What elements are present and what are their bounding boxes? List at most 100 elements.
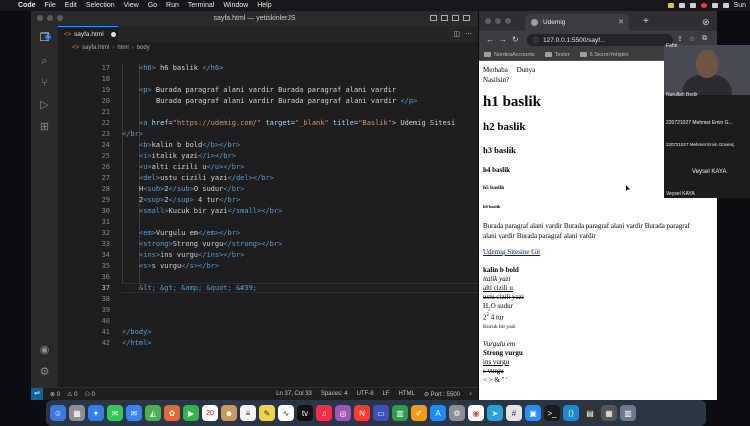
close-tab-icon[interactable]: ✕ [618,18,624,26]
notes-icon[interactable]: ✎ [259,405,275,421]
apple-tv-icon[interactable]: tv [297,405,313,421]
mail-icon[interactable]: ✉ [126,405,142,421]
reload-icon[interactable]: ↻ [512,35,519,44]
launchpad-icon[interactable]: ▦ [69,405,85,421]
system-settings-icon[interactable]: ⚙ [449,405,465,421]
extensions-icon[interactable]: ⊞ [38,121,51,134]
slack-icon[interactable]: # [506,405,522,421]
menu-file[interactable]: File [45,2,56,9]
bookmark-6sezon[interactable]: 6.SezonYetişkin [579,52,629,58]
menu-window[interactable]: Window [223,2,248,9]
bookmark-nordea[interactable]: NordeaAccounts [484,52,535,58]
preview-icon[interactable]: ▤ [582,405,598,421]
tray-wifi-icon[interactable] [689,3,696,8]
address-bar[interactable]: ⓘ 127.0.0.1:5500/sayf... [527,34,673,46]
menu-app-name[interactable]: Code [18,2,36,9]
udemig-link[interactable]: Udemig Sitesine Git [483,248,540,256]
trash-icon[interactable]: ▥ [620,405,636,421]
menu-edit[interactable]: Edit [65,2,77,9]
code-editor[interactable]: <h6> h6 baslik </h6> <p> Burada paragraf… [122,53,478,387]
reminders-icon[interactable]: ≡ [240,405,256,421]
finder-icon[interactable]: ☺ [50,405,66,421]
new-tab-icon[interactable]: + [643,16,649,27]
participant-video[interactable] [664,45,750,95]
terminal-icon[interactable]: >_ [544,405,560,421]
tab-sayfa-html[interactable]: <> sayfa.html [58,26,118,42]
breadcrumb-html[interactable]: html [117,45,128,51]
calendar-icon[interactable]: 20 [202,405,218,421]
participant-tile-4[interactable]: Veysel KAYA [692,169,726,175]
breadcrumb-file[interactable]: sayfa.html [82,45,109,51]
podcasts-icon[interactable]: ◎ [335,405,351,421]
music-icon[interactable]: ♫ [316,405,332,421]
bookmark-star-icon[interactable]: ☆ [689,35,695,43]
toggle-secondary-sidebar-icon[interactable] [452,15,459,21]
problems-warnings[interactable]: ⚠ 0 [67,391,77,398]
source-control-icon[interactable]: ⑂ [38,77,51,90]
menu-help[interactable]: Help [257,2,271,9]
forward-icon[interactable]: → [499,35,507,44]
pages-icon[interactable]: ✐ [411,405,427,421]
cursor-position[interactable]: Ln 37, Col 33 [276,391,312,397]
maps-icon[interactable]: ◭ [145,405,161,421]
participant-tile-2[interactable]: 220721027 Mehmet Emin G... [666,120,733,126]
more-actions-icon[interactable]: ⋯ [465,30,472,38]
browser-minimize-button[interactable] [495,18,501,24]
browser-tab-udemig[interactable]: Udemig ✕ [525,14,629,31]
camera-off-icon[interactable]: ⊘ [702,17,714,27]
menu-run[interactable]: Run [166,2,179,9]
problems-errors[interactable]: ⊗ 0 [50,391,60,398]
participant-tile-5[interactable]: Veysel KAYA [666,191,695,197]
safari-icon[interactable]: ✦ [88,405,104,421]
photos-icon[interactable]: ✿ [164,405,180,421]
toggle-sidebar-icon[interactable] [430,15,437,21]
live-share-count[interactable]: ⚇ 0 [84,391,94,398]
back-icon[interactable]: ← [486,35,494,44]
account-icon[interactable]: ◉ [38,344,51,357]
telegram-icon[interactable]: ➤ [487,405,503,421]
remote-indicator-icon[interactable]: ⇌ [31,388,43,400]
browser-close-button[interactable] [485,18,491,24]
freeform-icon[interactable]: ∿ [278,405,294,421]
news-icon[interactable]: N [354,405,370,421]
tray-battery-icon[interactable] [711,3,718,8]
encoding[interactable]: UTF-8 [357,391,374,397]
share-icon[interactable]: ⇪ [677,35,683,43]
menubar-clock[interactable]: Sun [734,2,746,9]
search-icon[interactable]: ⌕ [38,55,51,68]
indentation[interactable]: Spaces: 4 [321,391,348,397]
extensions-puzzle-icon[interactable]: ⧉ [702,35,707,43]
customize-layout-icon[interactable] [463,15,470,21]
end-of-line[interactable]: LF [383,391,390,397]
participant-tile-3[interactable]: 220721027 Mehmet Emin Güvenç [666,142,734,147]
menu-selection[interactable]: Selection [86,2,115,9]
settings-gear-icon[interactable]: ⚙ [38,366,51,379]
tray-display-icon[interactable] [678,3,685,8]
menu-go[interactable]: Go [148,2,157,9]
run-debug-icon[interactable]: ▷ [38,99,51,112]
site-info-icon[interactable]: ⓘ [533,36,539,45]
messages-icon[interactable]: ✉ [107,405,123,421]
facetime-icon[interactable]: ▶ [183,405,199,421]
tray-search-icon[interactable] [722,3,729,8]
tray-app-icon[interactable] [667,3,674,8]
language-mode[interactable]: HTML [399,391,415,397]
keynote-icon[interactable]: ▭ [373,405,389,421]
tray-record-icon[interactable] [700,3,707,8]
app-store-icon[interactable]: A [430,405,446,421]
menu-terminal[interactable]: Terminal [188,2,214,9]
zoom-icon[interactable]: ▣ [525,405,541,421]
bookmark-tester[interactable]: Tester [544,52,570,58]
split-editor-icon[interactable]: ◫ [453,30,460,38]
browser-zoom-button[interactable] [505,18,511,24]
notifications-bell-icon[interactable]: ♪ [469,391,472,397]
breadcrumb-body[interactable]: body [137,45,150,51]
menu-view[interactable]: View [124,2,139,9]
unsaved-dot-icon[interactable] [110,32,116,37]
toggle-panel-icon[interactable] [441,15,448,21]
downloads-stack-icon[interactable]: ▦ [601,405,617,421]
contacts-icon[interactable]: ☻ [221,405,237,421]
chrome-icon[interactable]: ◉ [468,405,484,421]
vscode-dock-icon[interactable]: ⟨⟩ [563,405,579,421]
numbers-icon[interactable]: ▥ [392,405,408,421]
